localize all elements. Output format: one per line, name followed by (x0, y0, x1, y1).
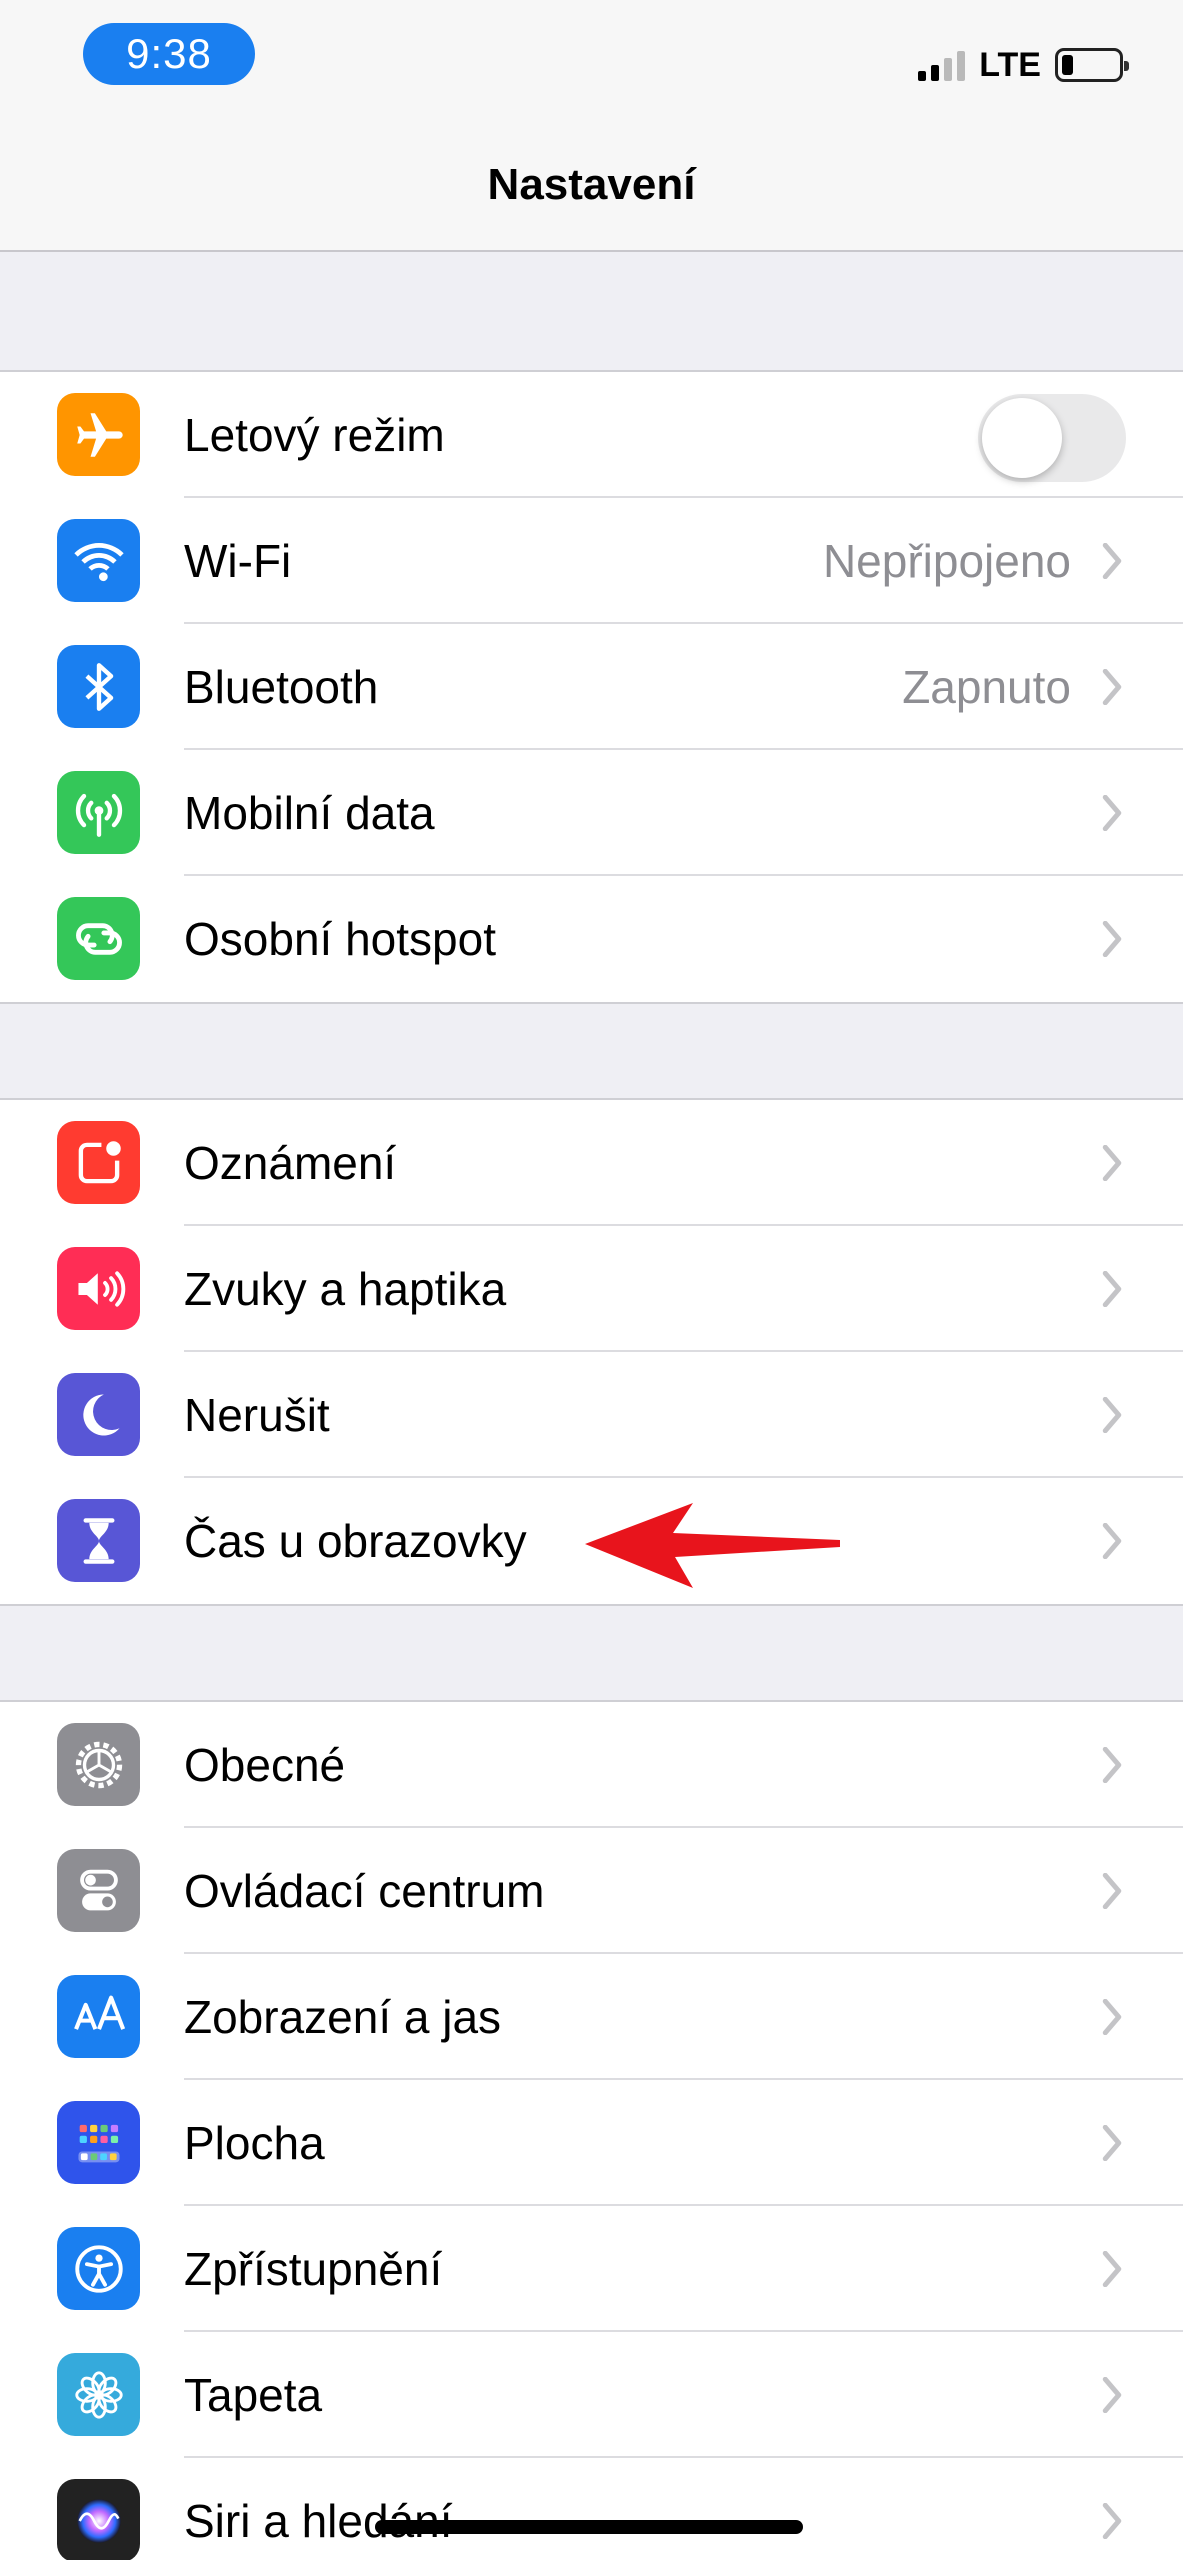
page-title: Nastavení (487, 160, 696, 209)
chevron-right-icon (1102, 1523, 1122, 1559)
settings-row-label: Obecné (184, 1739, 346, 1791)
settings-row-accessibility[interactable]: Zpřístupnění (0, 2206, 1183, 2332)
settings-row-wifi[interactable]: Wi-Fi Nepřipojeno (0, 498, 1183, 624)
settings-row-label: Zvuky a haptika (184, 1263, 507, 1315)
chevron-right-icon (1102, 1747, 1122, 1783)
settings-row-label: Letový režim (184, 409, 445, 461)
settings-row-display-brightness[interactable]: Zobrazení a jas (0, 1954, 1183, 2080)
moon-icon (57, 1373, 140, 1456)
status-bar: 9:38 LTE (0, 0, 1183, 120)
settings-row-mobile-data[interactable]: Mobilní data (0, 750, 1183, 876)
settings-row-label: Zpřístupnění (184, 2243, 443, 2295)
speaker-icon (57, 1247, 140, 1330)
chevron-right-icon (1102, 2251, 1122, 2287)
wifi-status: Nepřipojeno (822, 535, 1071, 587)
chevron-right-icon (1102, 1145, 1122, 1181)
settings-row-sounds[interactable]: Zvuky a haptika (0, 1226, 1183, 1352)
settings-row-label: Siri a hledání (184, 2495, 453, 2547)
settings-row-label: Mobilní data (184, 787, 435, 839)
settings-row-control-center[interactable]: Ovládací centrum (0, 1828, 1183, 1954)
settings-row-label: Čas u obrazovky (184, 1515, 527, 1567)
settings-row-label: Plocha (184, 2117, 325, 2169)
gear-icon (57, 1723, 140, 1806)
settings-row-do-not-disturb[interactable]: Nerušit (0, 1352, 1183, 1478)
settings-row-airplane-mode[interactable]: Letový režim (0, 372, 1183, 498)
settings-row-label: Oznámení (184, 1137, 397, 1189)
settings-row-home-screen[interactable]: Plocha (0, 2080, 1183, 2206)
settings-row-label: Tapeta (184, 2369, 323, 2421)
notifications-icon (57, 1121, 140, 1204)
status-time[interactable]: 9:38 (83, 23, 255, 85)
airplane-icon (57, 393, 140, 476)
settings-row-general[interactable]: Obecné (0, 1702, 1183, 1828)
chevron-right-icon (1102, 795, 1122, 831)
chevron-right-icon (1102, 2377, 1122, 2413)
switches-icon (57, 1849, 140, 1932)
annotation-arrow-icon (585, 1503, 840, 1588)
accessibility-icon (57, 2227, 140, 2310)
network-type: LTE (979, 45, 1041, 84)
settings-row-label: Wi-Fi (184, 535, 292, 587)
hourglass-icon (57, 1499, 140, 1582)
home-indicator[interactable] (375, 2520, 803, 2534)
chevron-right-icon (1102, 2503, 1122, 2539)
settings-row-label: Nerušit (184, 1389, 330, 1441)
chevron-right-icon (1102, 921, 1122, 957)
signal-icon (918, 49, 966, 81)
chevron-right-icon (1102, 2125, 1122, 2161)
chevron-right-icon (1102, 543, 1122, 579)
settings-row-wallpaper[interactable]: Tapeta (0, 2332, 1183, 2458)
hotspot-icon (57, 897, 140, 980)
chevron-right-icon (1102, 1397, 1122, 1433)
settings-row-personal-hotspot[interactable]: Osobní hotspot (0, 876, 1183, 1002)
settings-group-general: Obecné Ovládací centrum Zobrazení a jas … (0, 1700, 1183, 2560)
chevron-right-icon (1102, 1999, 1122, 2035)
text-size-icon (57, 1975, 140, 2058)
settings-row-label: Bluetooth (184, 661, 379, 713)
settings-row-siri[interactable]: Siri a hledání (0, 2458, 1183, 2560)
airplane-mode-toggle[interactable] (978, 394, 1126, 482)
settings-row-notifications[interactable]: Oznámení (0, 1100, 1183, 1226)
status-indicators: LTE (918, 42, 1129, 88)
bluetooth-status: Zapnuto (902, 661, 1071, 713)
chevron-right-icon (1102, 1271, 1122, 1307)
settings-row-label: Ovládací centrum (184, 1865, 545, 1917)
siri-icon (57, 2479, 140, 2560)
chevron-right-icon (1102, 669, 1122, 705)
settings-row-label: Zobrazení a jas (184, 1991, 502, 2043)
wifi-icon (57, 519, 140, 602)
battery-icon (1055, 48, 1129, 82)
chevron-right-icon (1102, 1873, 1122, 1909)
navigation-bar: Nastavení (0, 120, 1183, 252)
flower-icon (57, 2353, 140, 2436)
home-screen-icon (57, 2101, 140, 2184)
bluetooth-icon (57, 645, 140, 728)
antenna-icon (57, 771, 140, 854)
settings-group-connectivity: Letový režim Wi-Fi Nepřipojeno Bluetooth… (0, 370, 1183, 1004)
settings-row-label: Osobní hotspot (184, 913, 496, 965)
settings-row-bluetooth[interactable]: Bluetooth Zapnuto (0, 624, 1183, 750)
